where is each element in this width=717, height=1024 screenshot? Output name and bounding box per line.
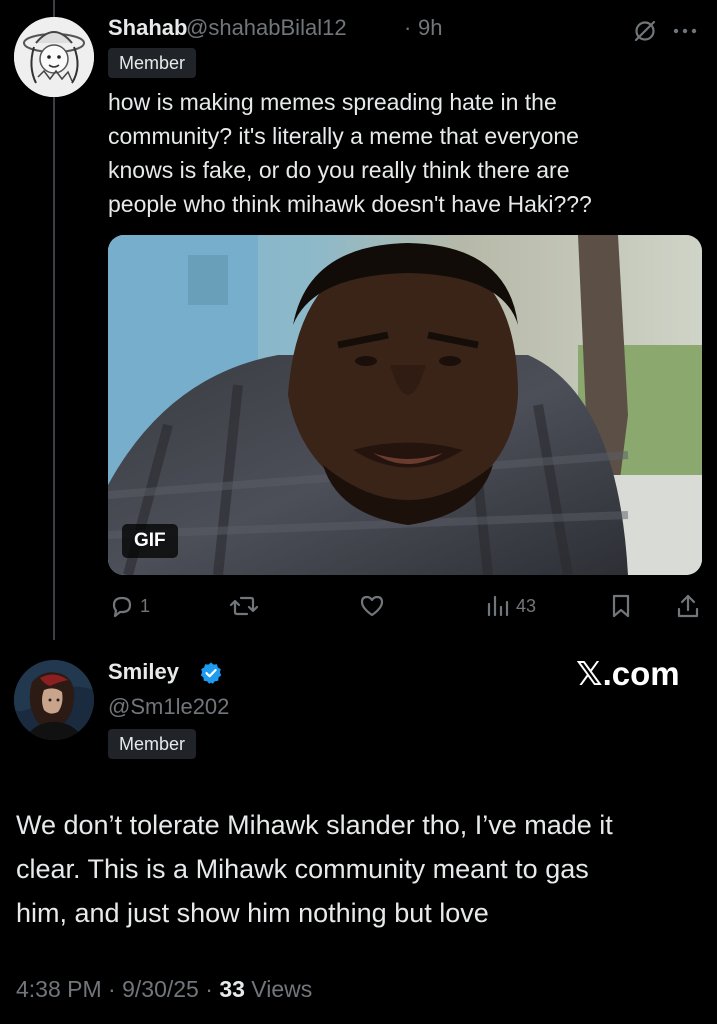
views-count: 43 [516,595,537,616]
meta-separator: · [108,976,116,1002]
share-icon [677,594,699,618]
slashed-circle-icon[interactable] [632,18,658,49]
bookmark-action-button[interactable] [607,590,635,622]
xcom-watermark: 𝕏.com [576,655,680,692]
bookmark-icon [612,594,630,618]
repost-icon [229,596,259,616]
like-action-button[interactable] [358,590,386,622]
post-author-name[interactable]: Smiley [108,659,179,685]
heart-icon [360,595,384,617]
post-member-badge: Member [108,729,197,759]
reply-icon [112,596,132,618]
share-action-button[interactable] [674,590,702,622]
bar-chart-icon [487,595,509,617]
post-text: We don’t tolerate Mihawk slander tho, I’… [16,810,613,928]
post-views-label[interactable]: Views [251,976,312,1002]
post-author-handle[interactable]: @Sm1le202 [108,694,229,720]
verified-badge-icon[interactable] [199,661,223,690]
reply-member-badge: Member [108,48,197,78]
views-action-button[interactable]: 43 [484,590,536,622]
smiley-avatar[interactable] [14,660,94,740]
reply-author-handle[interactable]: @shahabBilal12 [186,15,347,41]
reply-action-button[interactable]: 1 [108,590,150,622]
shahab-avatar[interactable] [14,17,94,97]
post-meta-line: 4:38 PM · 9/30/25 · 33 Views [16,976,312,1003]
reply-count: 1 [140,595,151,616]
reply-time[interactable]: 9h [418,15,442,41]
reply-time-separator: · [404,15,412,40]
post-time[interactable]: 4:38 PM [16,976,102,1002]
reply-gif-media[interactable]: GIF [108,235,702,575]
reply-author-name[interactable]: Shahab [108,15,187,41]
repost-action-button[interactable] [229,590,259,622]
post-views-count[interactable]: 33 [219,976,245,1002]
gif-preview-image [108,235,702,575]
more-dots-icon[interactable] [668,18,702,49]
reply-text: how is making memes spreading hate in th… [108,89,592,217]
post-date[interactable]: 9/30/25 [122,976,199,1002]
meta-separator: · [205,976,213,1002]
gif-badge: GIF [122,524,178,558]
